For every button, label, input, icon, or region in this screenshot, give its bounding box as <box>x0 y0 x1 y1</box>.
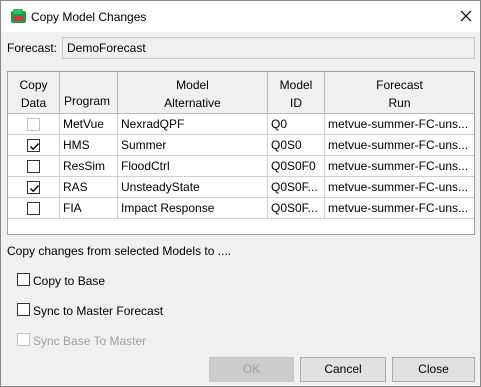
forecast-run-cell: metvue-summer-FC-uns... <box>325 198 474 219</box>
header-alt-line1: Model <box>176 78 209 92</box>
header-copy-data[interactable]: Copy Data <box>8 72 60 114</box>
close-icon[interactable] <box>456 6 476 26</box>
table-row: HMS Summer Q0S0 metvue-summer-FC-uns... <box>8 135 474 156</box>
copy-data-cell <box>8 198 60 219</box>
forecast-label: Forecast: <box>7 41 58 55</box>
alternative-cell: FloodCtrl <box>118 156 268 177</box>
alternative-cell: NexradQPF <box>118 114 268 135</box>
sync-to-master-label[interactable]: Sync to Master Forecast <box>33 304 163 318</box>
model-id-cell: Q0S0 <box>268 135 325 156</box>
program-cell: MetVue <box>60 114 118 135</box>
header-id-line2: ID <box>290 96 302 110</box>
copy-to-base-checkbox[interactable] <box>17 273 30 286</box>
header-copy-line2: Data <box>20 96 47 110</box>
copy-data-cell <box>8 177 60 198</box>
sync-base-to-master-checkbox <box>17 333 30 346</box>
header-run-line2: Run <box>388 96 411 110</box>
copy-model-changes-dialog: Copy Model Changes Forecast: DemoForecas… <box>0 0 481 387</box>
forecast-run-cell: metvue-summer-FC-uns... <box>325 114 474 135</box>
check-icon <box>30 185 40 193</box>
copy-data-cell <box>8 156 60 177</box>
alternative-cell: UnsteadyState <box>118 177 268 198</box>
model-id-cell: Q0S0F... <box>268 177 325 198</box>
model-id-cell: Q0 <box>268 114 325 135</box>
table-row: FIA Impact Response Q0S0F... metvue-summ… <box>8 198 474 219</box>
program-cell: ResSim <box>60 156 118 177</box>
header-alt-line2: Alternative <box>164 96 221 110</box>
header-forecast-run[interactable]: Forecast Run <box>325 72 474 114</box>
alternative-cell: Impact Response <box>118 198 268 219</box>
alternative-cell: Summer <box>118 135 268 156</box>
models-table: Copy Data Program Model Alternative Mode… <box>7 71 475 235</box>
table-row: ResSim FloodCtrl Q0S0F0 metvue-summer-FC… <box>8 156 474 177</box>
sync-base-to-master-label: Sync Base To Master <box>33 334 147 348</box>
copy-data-checkbox[interactable] <box>27 160 40 173</box>
check-icon <box>30 143 40 151</box>
table-row: RAS UnsteadyState Q0S0F... metvue-summer… <box>8 177 474 198</box>
title-bar: Copy Model Changes <box>1 1 480 32</box>
copy-data-cell <box>8 114 60 135</box>
table-row: MetVue NexradQPF Q0 metvue-summer-FC-uns… <box>8 114 474 135</box>
ok-button: OK <box>209 357 294 382</box>
copy-section-label: Copy changes from selected Models to ...… <box>7 244 232 258</box>
close-button[interactable]: Close <box>392 357 475 382</box>
copy-data-checkbox[interactable] <box>27 181 40 194</box>
window-title: Copy Model Changes <box>31 10 147 24</box>
copy-data-cell <box>8 135 60 156</box>
header-program[interactable]: Program <box>60 72 118 114</box>
sync-to-master-checkbox[interactable] <box>17 303 30 316</box>
header-run-line1: Forecast <box>376 78 423 92</box>
header-program-label: Program <box>64 94 111 108</box>
forecast-field: DemoForecast <box>62 37 475 59</box>
forecast-run-cell: metvue-summer-FC-uns... <box>325 177 474 198</box>
model-id-cell: Q0S0F0 <box>268 156 325 177</box>
copy-data-checkbox <box>27 118 40 131</box>
header-copy-line1: Copy <box>19 78 48 92</box>
app-icon <box>11 9 26 23</box>
cancel-button[interactable]: Cancel <box>300 357 386 382</box>
forecast-run-cell: metvue-summer-FC-uns... <box>325 156 474 177</box>
header-id-line1: Model <box>279 78 313 92</box>
header-model-alternative[interactable]: Model Alternative <box>118 72 268 114</box>
program-cell: RAS <box>60 177 118 198</box>
program-cell: FIA <box>60 198 118 219</box>
model-id-cell: Q0S0F... <box>268 198 325 219</box>
program-cell: HMS <box>60 135 118 156</box>
copy-data-checkbox[interactable] <box>27 202 40 215</box>
copy-data-checkbox[interactable] <box>27 139 40 152</box>
copy-to-base-label[interactable]: Copy to Base <box>33 274 105 288</box>
header-model-id[interactable]: Model ID <box>268 72 325 114</box>
forecast-run-cell: metvue-summer-FC-uns... <box>325 135 474 156</box>
